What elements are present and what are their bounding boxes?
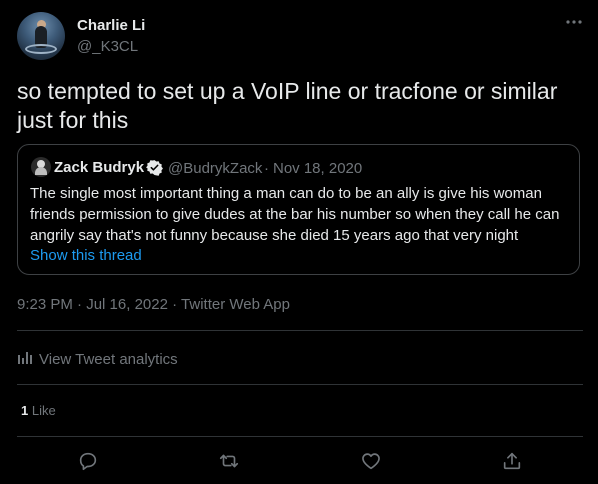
analytics-label: View Tweet analytics xyxy=(39,350,178,368)
meta-separator: · xyxy=(172,296,178,313)
quoted-author-name[interactable]: Zack Budryk xyxy=(54,159,144,176)
verified-badge-icon xyxy=(146,159,163,176)
likes-stat[interactable]: 1 Like xyxy=(21,403,56,418)
divider xyxy=(17,330,583,331)
tweet-meta: 9:23 PM · Jul 16, 2022 · Twitter Web App xyxy=(17,296,290,313)
analytics-icon xyxy=(17,349,33,369)
like-icon[interactable] xyxy=(360,450,382,472)
view-analytics-link[interactable]: View Tweet analytics xyxy=(17,349,178,369)
author-name[interactable]: Charlie Li xyxy=(77,17,145,34)
tweet-text: so tempted to set up a VoIP line or trac… xyxy=(17,78,558,133)
author-handle[interactable]: @_K3CL xyxy=(77,38,138,55)
divider xyxy=(17,436,583,437)
likes-count: 1 xyxy=(21,403,29,418)
share-icon[interactable] xyxy=(501,450,523,472)
reply-icon[interactable] xyxy=(77,450,99,472)
author-avatar[interactable] xyxy=(17,12,65,60)
meta-separator: · xyxy=(77,296,83,313)
retweet-icon[interactable] xyxy=(218,450,240,472)
quoted-author-avatar[interactable] xyxy=(31,157,51,177)
quoted-author-handle[interactable]: @BudrykZack xyxy=(168,160,262,177)
tweet-date[interactable]: Jul 16, 2022 xyxy=(86,296,168,313)
divider xyxy=(17,384,583,385)
quoted-separator: · xyxy=(264,160,269,177)
tweet-time[interactable]: 9:23 PM xyxy=(17,296,73,313)
likes-label: Like xyxy=(31,403,56,418)
tweet-source[interactable]: Twitter Web App xyxy=(181,296,290,313)
more-options-icon[interactable] xyxy=(564,12,584,32)
show-thread-link[interactable]: Show this thread xyxy=(30,247,142,264)
quoted-tweet-text: The single most important thing a man ca… xyxy=(30,185,560,244)
quoted-tweet-date[interactable]: Nov 18, 2020 xyxy=(273,160,362,177)
